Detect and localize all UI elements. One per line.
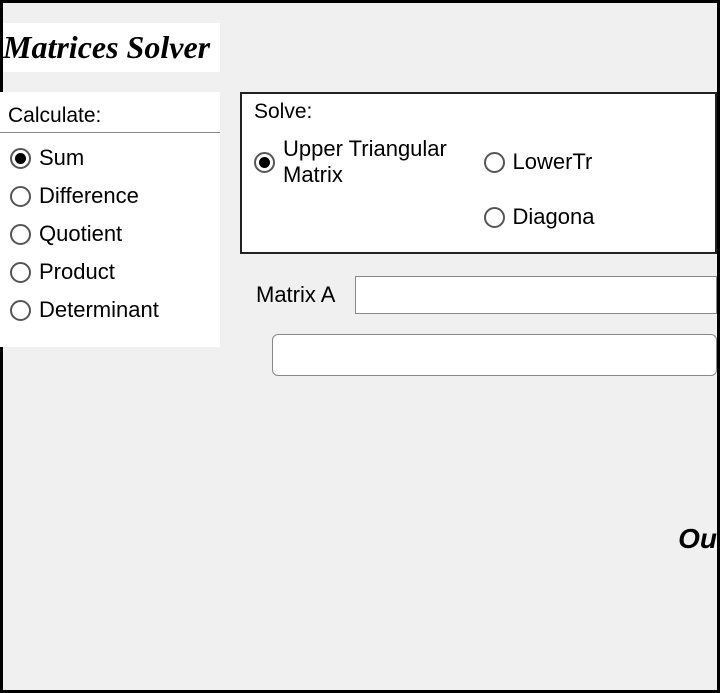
- matrix-a-input[interactable]: [355, 276, 717, 314]
- output-label: Ou: [678, 523, 717, 555]
- radio-label: Upper Triangular Matrix: [283, 136, 474, 188]
- calculate-radio-group: Sum Difference Quotient Product Determin…: [0, 141, 220, 327]
- radio-lower-triangular[interactable]: LowerTr: [484, 136, 704, 188]
- radio-icon: [10, 186, 31, 207]
- matrix-a-label: Matrix A: [256, 282, 335, 308]
- main-content: Calculate: Sum Difference Quotient Produ…: [3, 92, 717, 376]
- radio-difference[interactable]: Difference: [10, 183, 210, 209]
- solve-radio-group: Upper Triangular Matrix LowerTr Diagona: [242, 128, 715, 238]
- second-input[interactable]: [272, 334, 717, 376]
- radio-diagonal[interactable]: Diagona: [484, 204, 704, 230]
- radio-label: Product: [39, 259, 115, 285]
- radio-label: LowerTr: [513, 149, 593, 175]
- radio-icon: [10, 262, 31, 283]
- app-title: Matrices Solver: [3, 23, 220, 72]
- radio-determinant[interactable]: Determinant: [10, 297, 210, 323]
- calculate-header: Calculate:: [0, 100, 220, 133]
- radio-quotient[interactable]: Quotient: [10, 221, 210, 247]
- radio-label: Diagona: [513, 204, 595, 230]
- radio-label: Quotient: [39, 221, 122, 247]
- radio-icon: [484, 207, 505, 228]
- radio-icon: [10, 224, 31, 245]
- radio-upper-triangular[interactable]: Upper Triangular Matrix: [254, 136, 474, 188]
- right-column: Solve: Upper Triangular Matrix LowerTr D…: [240, 92, 717, 376]
- spacer: [254, 204, 474, 230]
- radio-icon: [484, 152, 505, 173]
- radio-icon: [10, 300, 31, 321]
- radio-sum[interactable]: Sum: [10, 145, 210, 171]
- radio-icon: [10, 148, 31, 169]
- radio-label: Determinant: [39, 297, 159, 323]
- calculate-panel: Calculate: Sum Difference Quotient Produ…: [0, 92, 220, 347]
- radio-icon: [254, 152, 275, 173]
- radio-label: Sum: [39, 145, 84, 171]
- solve-panel: Solve: Upper Triangular Matrix LowerTr D…: [240, 92, 717, 254]
- radio-product[interactable]: Product: [10, 259, 210, 285]
- solve-header: Solve:: [242, 100, 715, 128]
- second-input-row: [240, 334, 717, 376]
- matrix-a-row: Matrix A: [240, 276, 717, 314]
- radio-label: Difference: [39, 183, 139, 209]
